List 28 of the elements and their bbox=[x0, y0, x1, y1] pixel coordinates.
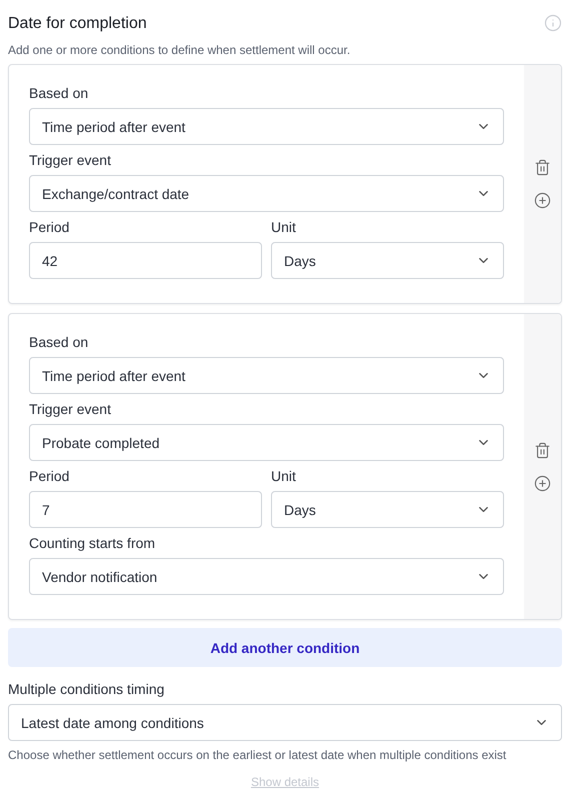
trash-icon[interactable] bbox=[534, 159, 551, 176]
field-label: Multiple conditions timing bbox=[8, 681, 166, 698]
dropdown[interactable]: Vendor notification bbox=[29, 558, 504, 595]
dropdown[interactable]: Latest date among conditions bbox=[8, 704, 562, 741]
input-field[interactable]: 7 bbox=[29, 491, 262, 528]
add-icon[interactable] bbox=[534, 474, 551, 492]
dropdown[interactable]: Days bbox=[271, 242, 504, 279]
add-condition-button[interactable]: Add another condition bbox=[8, 628, 562, 667]
dropdown[interactable]: Probate completed bbox=[29, 424, 504, 461]
add-icon[interactable] bbox=[534, 192, 551, 209]
input-field[interactable]: 42 bbox=[29, 242, 262, 279]
field-label: Trigger event bbox=[29, 401, 112, 418]
field-label: Unit bbox=[271, 468, 297, 485]
field-label: Trigger event bbox=[29, 152, 112, 169]
section-title: Date for completion bbox=[8, 14, 147, 34]
field-label: Based on bbox=[29, 334, 90, 351]
field-label: Based on bbox=[29, 85, 90, 102]
help-text: Choose whether settlement occurs on the earliest or latest date when multiple conditions exist bbox=[8, 747, 508, 763]
dropdown[interactable]: Time period after event bbox=[29, 108, 504, 145]
dropdown[interactable]: Days bbox=[271, 491, 504, 528]
section-subtitle: Add one or more conditions to define when settlement will occur. bbox=[8, 42, 352, 58]
field-label: Counting starts from bbox=[29, 535, 156, 552]
dropdown[interactable]: Exchange/contract date bbox=[29, 175, 504, 212]
field-label: Period bbox=[29, 219, 70, 236]
dropdown[interactable]: Time period after event bbox=[29, 357, 504, 394]
field-label: Unit bbox=[271, 219, 297, 236]
trash-icon[interactable] bbox=[534, 442, 551, 458]
field-label: Period bbox=[29, 468, 70, 485]
